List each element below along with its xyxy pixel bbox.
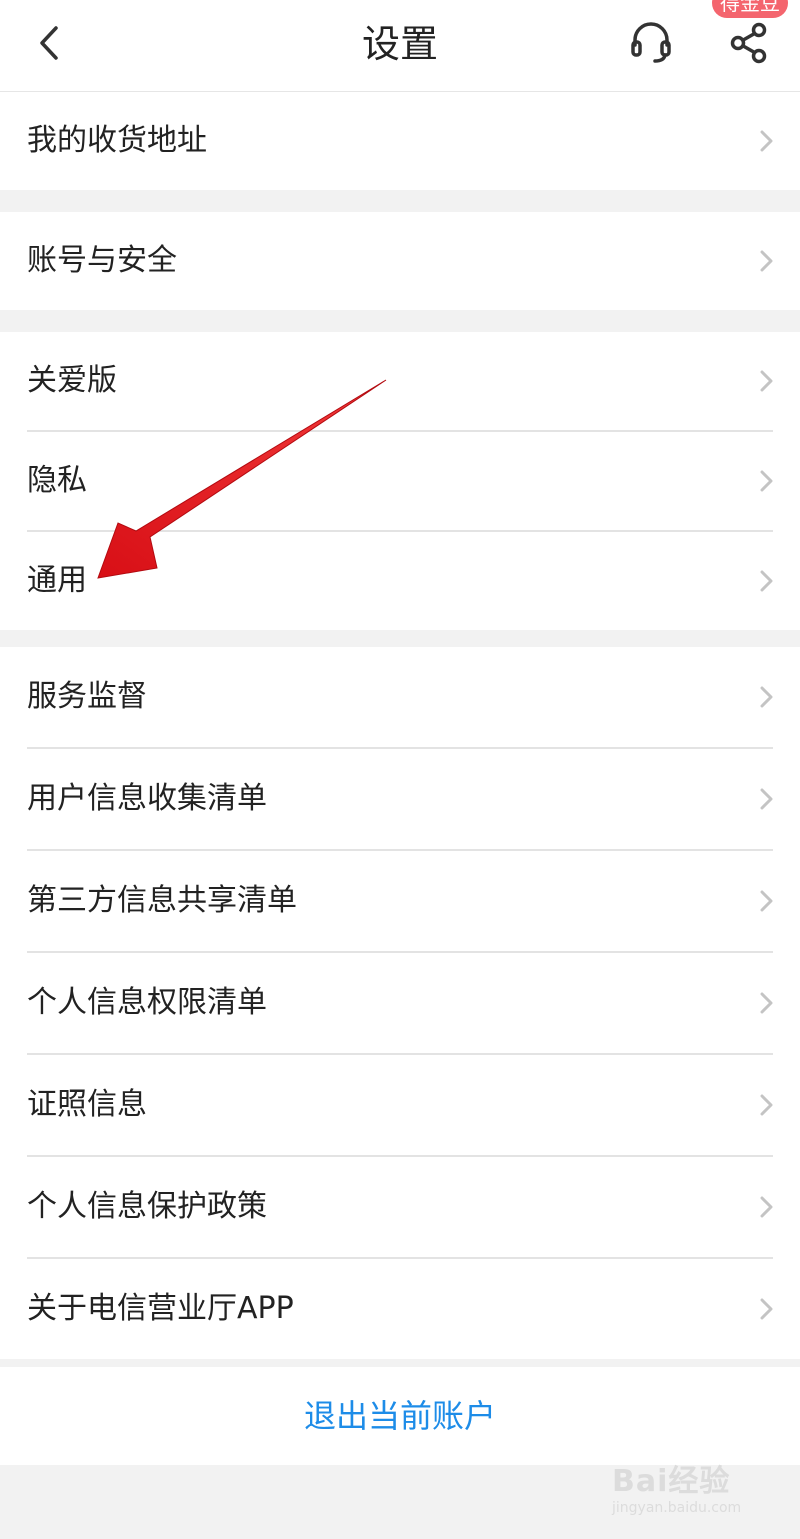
top-nav-bar: 设置 得金豆: [0, 0, 800, 92]
chevron-right-icon: [760, 130, 773, 152]
settings-item-label: 用户信息收集清单: [27, 781, 267, 816]
group-information: 服务监督 用户信息收集清单 第三方信息共享清单 个人信息权限清单 证照信息 个人…: [0, 647, 800, 1359]
chevron-right-icon: [760, 370, 773, 392]
group-account: 账号与安全: [0, 212, 800, 310]
group-preferences: 关爱版 隐私 通用: [0, 332, 800, 630]
settings-item-label: 隐私: [27, 463, 87, 498]
chevron-right-icon: [760, 570, 773, 592]
watermark-sub: jingyan.baidu.com: [612, 1500, 742, 1516]
chevron-right-icon: [760, 250, 773, 272]
settings-item-label: 账号与安全: [27, 243, 177, 278]
settings-item-label: 个人信息保护政策: [27, 1189, 267, 1224]
settings-item-label: 我的收货地址: [27, 123, 207, 158]
chevron-right-icon: [760, 788, 773, 810]
settings-item-privacy[interactable]: 隐私: [0, 432, 800, 530]
settings-item-label: 证照信息: [27, 1087, 147, 1122]
settings-item-privacy-policy[interactable]: 个人信息保护政策: [0, 1157, 800, 1257]
watermark: Bai经验 jingyan.baidu.com: [612, 1456, 772, 1528]
headset-icon: [631, 22, 671, 63]
share-button[interactable]: [724, 18, 774, 68]
settings-item-label: 通用: [27, 563, 87, 598]
chevron-right-icon: [760, 470, 773, 492]
settings-item-account-security[interactable]: 账号与安全: [0, 212, 800, 310]
page-title: 设置: [361, 22, 438, 66]
settings-item-label: 关爱版: [27, 363, 117, 398]
chevron-right-icon: [760, 686, 773, 708]
gold-bean-badge[interactable]: 得金豆: [712, 0, 788, 18]
chevron-right-icon: [760, 992, 773, 1014]
settings-item-label: 第三方信息共享清单: [27, 883, 297, 918]
settings-item-label: 关于电信营业厅APP: [27, 1291, 294, 1326]
back-button[interactable]: [30, 18, 70, 68]
settings-item-label: 服务监督: [27, 679, 147, 714]
group-address: 我的收货地址: [0, 92, 800, 190]
customer-service-button[interactable]: [626, 18, 676, 68]
chevron-right-icon: [760, 890, 773, 912]
settings-item-care-mode[interactable]: 关爱版: [0, 332, 800, 430]
settings-item-permissions-list[interactable]: 个人信息权限清单: [0, 953, 800, 1053]
chevron-left-icon: [40, 26, 58, 60]
settings-item-license-info[interactable]: 证照信息: [0, 1055, 800, 1155]
chevron-right-icon: [760, 1196, 773, 1218]
settings-item-address[interactable]: 我的收货地址: [0, 92, 800, 190]
settings-item-label: 个人信息权限清单: [27, 985, 267, 1020]
settings-item-service-supervision[interactable]: 服务监督: [0, 647, 800, 747]
share-icon: [730, 22, 767, 64]
logout-button[interactable]: 退出当前账户: [0, 1367, 800, 1465]
settings-item-general[interactable]: 通用: [0, 532, 800, 630]
settings-item-third-party-sharing-list[interactable]: 第三方信息共享清单: [0, 851, 800, 951]
settings-item-about-app[interactable]: 关于电信营业厅APP: [0, 1259, 800, 1359]
settings-item-info-collection-list[interactable]: 用户信息收集清单: [0, 749, 800, 849]
chevron-right-icon: [760, 1298, 773, 1320]
chevron-right-icon: [760, 1094, 773, 1116]
